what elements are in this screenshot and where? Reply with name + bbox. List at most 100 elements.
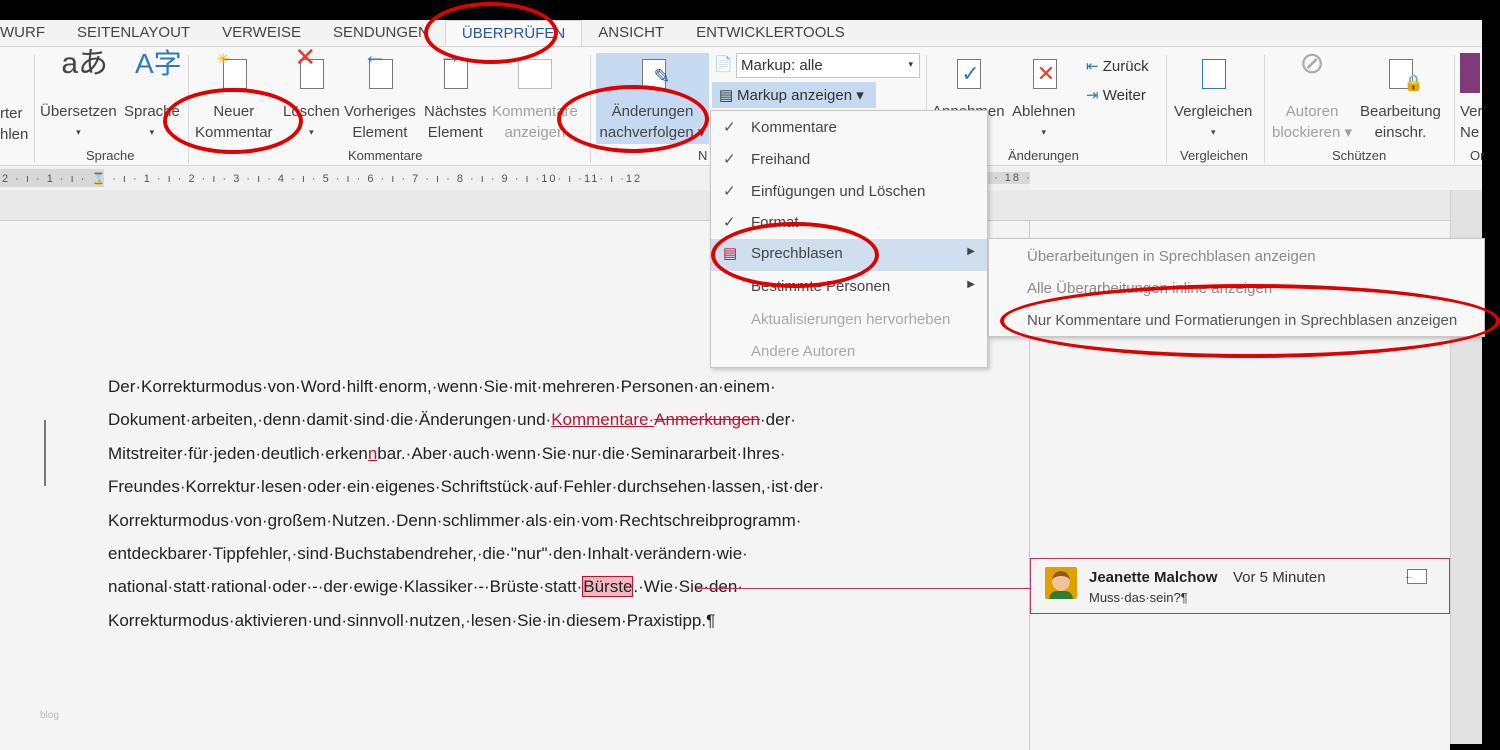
next-arrow-icon: → bbox=[438, 44, 472, 93]
divider bbox=[188, 55, 189, 163]
document-text[interactable]: Der·Korrekturmodus·von·Word·hilft·enorm,… bbox=[108, 370, 824, 637]
submenu-arrow-icon: ▶ bbox=[967, 246, 975, 257]
submenu-item-all-inline[interactable]: Alle Überarbeitungen inline anzeigen bbox=[989, 271, 1484, 303]
label: Übersetzen bbox=[40, 103, 117, 120]
label: Einfügungen und Löschen bbox=[751, 183, 926, 200]
label: Format bbox=[751, 214, 799, 231]
label: Nächstes bbox=[424, 103, 487, 120]
reject-button[interactable]: ✕ Ablehnen ▾ bbox=[1012, 47, 1075, 143]
markup-dropdown-menu: ✓ Kommentare ✓ Freihand ✓ Einfügungen und L… bbox=[710, 110, 988, 368]
text-line: entdeckbarer·Tippfehler,·sind·Buchstaben… bbox=[108, 544, 748, 564]
label: Löschen bbox=[283, 103, 340, 120]
check-icon: ✓ bbox=[723, 151, 736, 168]
label: Sprechblasen bbox=[751, 245, 843, 262]
onenote-icon bbox=[1460, 53, 1480, 93]
new-comment-icon: ✳ bbox=[217, 51, 251, 93]
menu-item-kommentare[interactable]: ✓ Kommentare bbox=[711, 113, 987, 145]
translate-icon: aあ bbox=[61, 47, 109, 80]
menu-item-andere-autoren[interactable]: Andere Autoren bbox=[711, 337, 987, 369]
comment-balloon[interactable]: Jeanette Malchow Vor 5 Minuten Muss·das·… bbox=[1030, 558, 1450, 614]
text-line: Korrekturmodus·von·großem·Nutzen.·Denn·s… bbox=[108, 510, 802, 530]
commented-text[interactable]: Bürste bbox=[582, 576, 634, 598]
label: Vorheriges bbox=[344, 103, 416, 120]
onenote-button[interactable]: Ver Ne bbox=[1460, 47, 1483, 143]
label: nachverfolgen ▾ bbox=[599, 124, 706, 141]
label: Ne bbox=[1460, 124, 1480, 141]
label: blockieren ▾ bbox=[1272, 124, 1353, 141]
text-line: Korrekturmodus·aktivieren·und·sinnvoll·n… bbox=[108, 610, 716, 630]
language-button[interactable]: A字 Sprache ▾ bbox=[124, 47, 182, 143]
compare-icon bbox=[1196, 53, 1230, 93]
menu-item-einfuegungen[interactable]: ✓ Einfügungen und Löschen bbox=[711, 177, 987, 209]
tab-ueberpruefen[interactable]: ÜBERPRÜFEN bbox=[444, 20, 583, 46]
menu-item-format[interactable]: ✓ Format bbox=[711, 208, 987, 240]
group-label-vergleichen: Vergleichen bbox=[1180, 148, 1248, 163]
reply-icon[interactable]: ← bbox=[1404, 569, 1427, 584]
tab-entwicklertools[interactable]: ENTWICKLERTOOLS bbox=[680, 20, 861, 46]
markup-select-value: Markup: alle bbox=[741, 57, 823, 74]
label: einschr. bbox=[1374, 124, 1427, 141]
menu-item-sprechblasen[interactable]: ▤ Sprechblasen ▶ bbox=[711, 239, 987, 271]
accept-icon: ✓ bbox=[951, 53, 985, 93]
show-comments-button[interactable]: Kommentare anzeigen bbox=[492, 47, 578, 143]
ruler-ticks: 2 · ı · 1 · ı · ⌛ · ı · 1 · ı · 2 · ı · … bbox=[2, 173, 643, 185]
new-comment-button[interactable]: ✳ Neuer Kommentar bbox=[195, 47, 273, 143]
label: Kommentare bbox=[751, 119, 837, 136]
label: Sprache bbox=[124, 103, 180, 120]
label: Ver bbox=[1460, 103, 1483, 120]
previous-change-button[interactable]: ⇤ Zurück bbox=[1086, 57, 1149, 75]
label: Weiter bbox=[1102, 87, 1146, 104]
check-icon: ✓ bbox=[723, 214, 736, 231]
avatar bbox=[1045, 567, 1077, 599]
label: Element bbox=[427, 124, 483, 141]
group-label-nachverfolgung: N bbox=[698, 148, 708, 163]
tab-entwurf[interactable]: WURF bbox=[0, 20, 61, 46]
track-changes-label[interactable]: ✎ Änderungen nachverfolgen ▾ bbox=[596, 47, 709, 143]
submenu-item-revisions-in-balloons[interactable]: Überarbeitungen in Sprechblasen anzeigen bbox=[989, 239, 1484, 271]
comment-time: Vor 5 Minuten bbox=[1233, 569, 1326, 586]
word-count-button[interactable]: rter hlen bbox=[0, 103, 28, 145]
menu-item-personen[interactable]: Bestimmte Personen ▶ bbox=[711, 272, 987, 304]
comment-author: Jeanette Malchow bbox=[1089, 569, 1218, 586]
previous-comment-button[interactable]: ← Vorheriges Element bbox=[344, 44, 416, 143]
restrict-editing-button[interactable]: 🔒 Bearbeitung einschr. bbox=[1360, 47, 1441, 143]
next-change-button[interactable]: ⇥ Weiter bbox=[1086, 86, 1146, 104]
block-user-icon: ⊘ bbox=[1299, 47, 1325, 80]
group-label-kommentare: Kommentare bbox=[348, 148, 423, 163]
label: Element bbox=[352, 124, 408, 141]
comment-text[interactable]: Muss·das·sein?¶ bbox=[1089, 590, 1188, 605]
text-line: Freundes·Korrektur·lesen·oder·ein·eigene… bbox=[108, 477, 825, 497]
block-authors-button[interactable]: ⊘ Autoren blockieren ▾ bbox=[1272, 47, 1352, 143]
label: Zurück bbox=[1102, 58, 1149, 75]
label: Markup anzeigen ▾ bbox=[737, 87, 864, 104]
deleted-text: Anmerkungen bbox=[654, 410, 761, 430]
comments-pane-icon bbox=[517, 53, 552, 93]
delete-comment-icon: ✕ bbox=[294, 44, 328, 93]
markup-select[interactable]: Markup: alle ▾ bbox=[736, 53, 920, 78]
check-icon: ✓ bbox=[723, 183, 736, 200]
divider bbox=[590, 55, 591, 163]
tab-ansicht[interactable]: ANSICHT bbox=[582, 20, 680, 46]
chevron-down-icon: ▾ bbox=[908, 59, 913, 69]
menu-item-aktualisierungen[interactable]: Aktualisierungen hervorheben bbox=[711, 305, 987, 337]
group-label-sprache: Sprache bbox=[86, 148, 135, 163]
next-comment-button[interactable]: → Nächstes Element bbox=[424, 44, 487, 143]
delete-comment-button[interactable]: ✕ Löschen ▾ bbox=[283, 44, 340, 143]
translate-button[interactable]: aあ Übersetzen ▾ bbox=[40, 47, 117, 143]
language-icon: A字 bbox=[134, 48, 182, 79]
label: rter bbox=[0, 105, 23, 122]
menu-item-freihand[interactable]: ✓ Freihand bbox=[711, 145, 987, 177]
submenu-item-comments-formatting-in-balloons[interactable]: Nur Kommentare und Formatierungen in Spr… bbox=[989, 303, 1484, 335]
show-markup-button[interactable]: ▤ Markup anzeigen ▾ bbox=[712, 82, 876, 108]
submenu-arrow-icon: ▶ bbox=[967, 279, 975, 290]
label: Andere Autoren bbox=[751, 343, 856, 360]
compare-button[interactable]: Vergleichen ▾ bbox=[1174, 47, 1252, 143]
group-label-schuetzen: Schützen bbox=[1332, 148, 1387, 163]
tab-seitenlayout[interactable]: SEITENLAYOUT bbox=[61, 20, 206, 46]
watermark: blog bbox=[40, 710, 59, 721]
divider bbox=[1264, 55, 1265, 163]
label: Neuer bbox=[213, 103, 255, 120]
ruler-end: · 18 · bbox=[988, 172, 1030, 184]
label: anzeigen bbox=[504, 124, 566, 141]
group-label-aenderungen: Änderungen bbox=[1008, 148, 1079, 163]
